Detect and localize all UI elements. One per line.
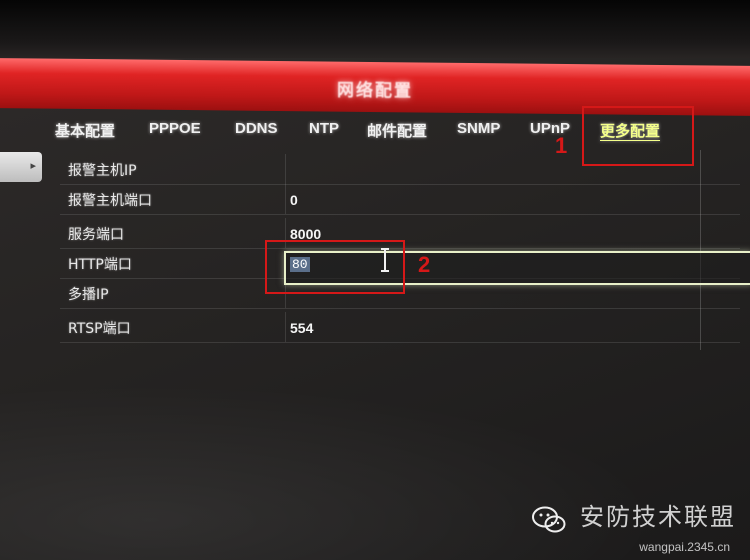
field-label: 报警主机端口 [68, 193, 152, 209]
watermark-url: wangpai.2345.cn [639, 540, 730, 554]
tab-basic[interactable]: 基本配置 [55, 120, 115, 141]
field-row-rtsp-port: RTSP端口 554 [60, 312, 740, 343]
field-label: 多播IP [68, 287, 109, 303]
field-label: HTTP端口 [68, 257, 132, 273]
tab-email[interactable]: 邮件配置 [367, 120, 427, 141]
chevron-right-icon: ▸ [30, 159, 36, 172]
field-label: 服务端口 [68, 227, 124, 243]
alarm-host-port-field[interactable]: 0 [290, 192, 298, 208]
column-divider [285, 184, 286, 214]
tab-ntp[interactable]: NTP [309, 120, 339, 137]
field-label: 报警主机IP [68, 163, 137, 179]
monitor-bezel [0, 0, 750, 60]
field-row-alarm-host-port: 报警主机端口 0 [60, 184, 740, 215]
sidebar-selected-item[interactable]: ▸ [0, 152, 42, 182]
watermark-title: 安防技术联盟 [580, 503, 736, 531]
tab-snmp[interactable]: SNMP [457, 120, 500, 137]
annotation-box-1 [582, 106, 694, 166]
window-title: 网络配置 [337, 80, 413, 102]
annotation-number-2: 2 [418, 252, 431, 277]
annotation-number-1: 1 [555, 133, 568, 158]
tab-ddns[interactable]: DDNS [235, 120, 278, 137]
tab-pppoe[interactable]: PPPOE [149, 120, 201, 137]
field-label: RTSP端口 [68, 321, 131, 337]
annotation-box-2 [265, 240, 405, 294]
column-divider [285, 154, 286, 184]
rtsp-port-field[interactable]: 554 [290, 320, 313, 336]
column-divider [285, 312, 286, 342]
wechat-logo-icon [532, 506, 566, 533]
